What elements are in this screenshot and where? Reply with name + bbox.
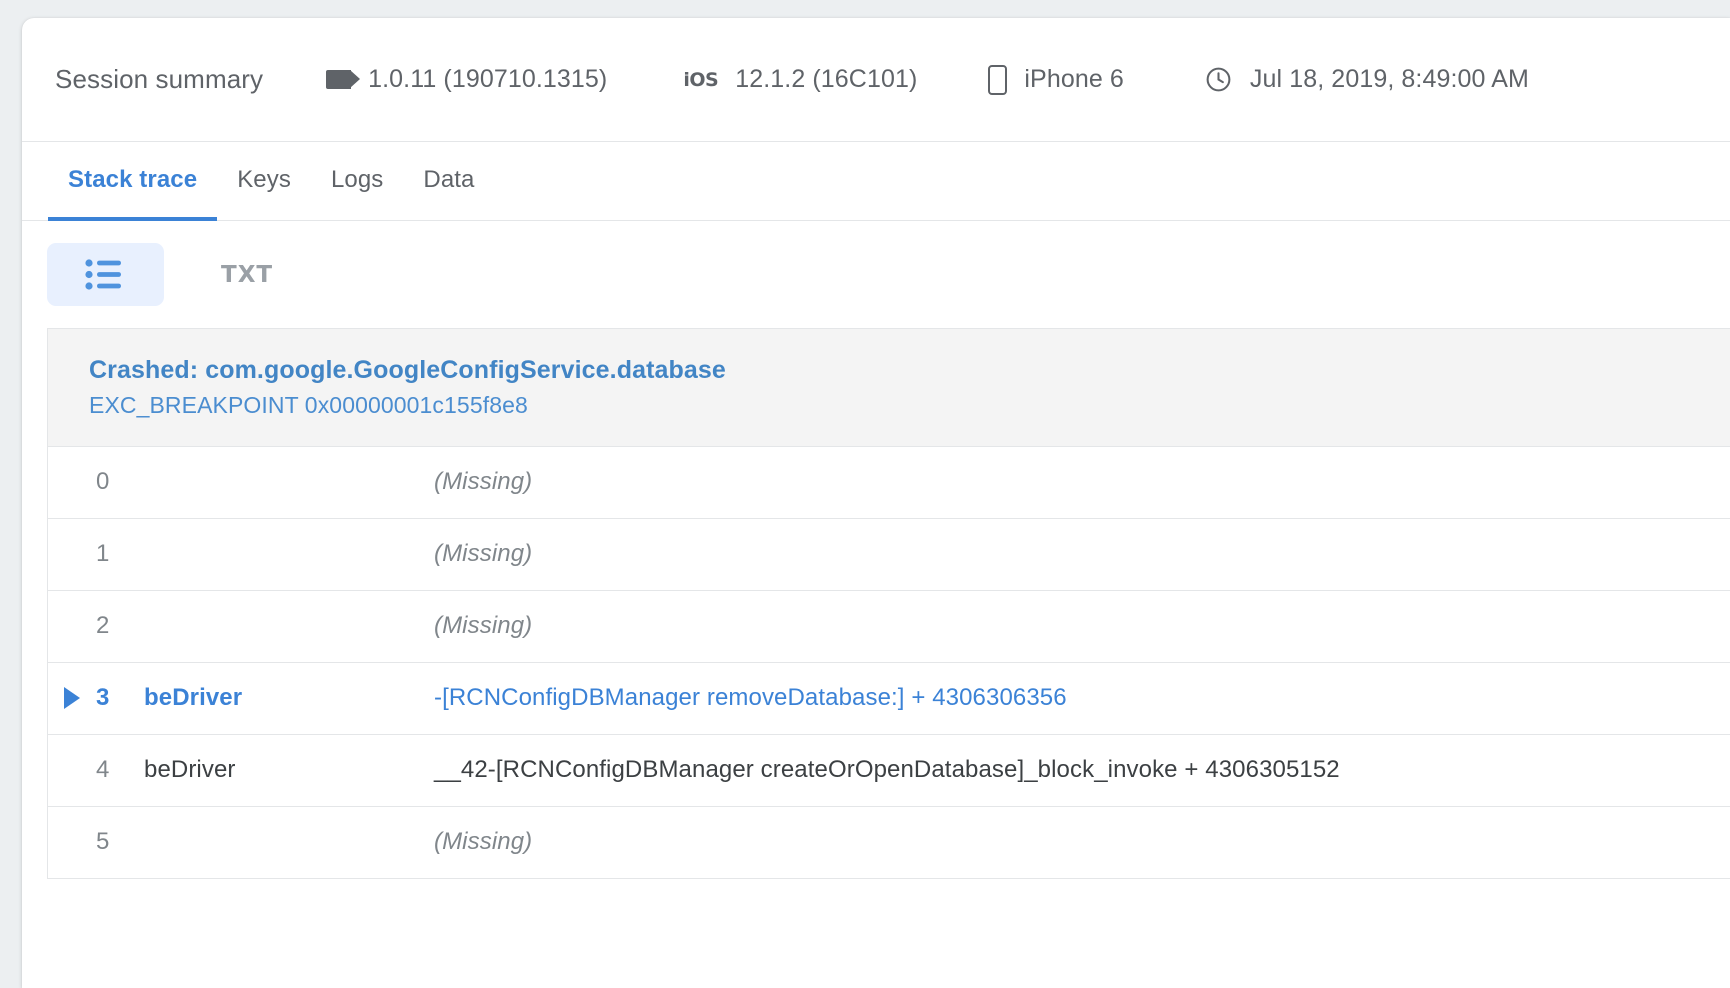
view-toggle-toolbar: TXT: [22, 221, 1730, 328]
tab-keys[interactable]: Keys: [217, 142, 311, 221]
stack-trace-table: Crashed: com.google.GoogleConfigService.…: [47, 328, 1730, 879]
ios-icon: iOS: [683, 68, 719, 91]
table-row[interactable]: 4 beDriver __42-[RCNConfigDBManager crea…: [48, 735, 1730, 807]
session-summary-bar: Session summary 1.0.11 (190710.1315) iOS…: [22, 18, 1730, 142]
frame-index: 0: [96, 468, 110, 495]
clock-icon: [1204, 65, 1233, 94]
crash-header: Crashed: com.google.GoogleConfigService.…: [48, 329, 1730, 447]
frame-index: 4: [96, 756, 110, 783]
frame-library: beDriver: [144, 756, 236, 783]
frame-symbol: (Missing): [434, 468, 533, 495]
timestamp-label: Jul 18, 2019, 8:49:00 AM: [1249, 65, 1529, 93]
txt-view-button[interactable]: TXT: [221, 262, 273, 288]
page-background: Session summary 1.0.11 (190710.1315) iOS…: [0, 0, 1730, 988]
frame-symbol: -[RCNConfigDBManager removeDatabase:] + …: [434, 684, 1067, 711]
chevron-right-icon: [64, 687, 80, 709]
crash-title[interactable]: Crashed: com.google.GoogleConfigService.…: [89, 355, 1730, 386]
frame-index: 2: [96, 612, 110, 639]
frame-symbol: (Missing): [434, 828, 533, 855]
frame-index: 3: [96, 684, 110, 711]
timestamp-meta: Jul 18, 2019, 8:49:00 AM: [1204, 65, 1529, 94]
table-row[interactable]: 5 (Missing): [48, 807, 1730, 879]
frame-index: 5: [96, 828, 110, 855]
tab-data[interactable]: Data: [403, 142, 494, 221]
list-view-icon: [84, 258, 127, 291]
table-row-selected[interactable]: 3 beDriver -[RCNConfigDBManager removeDa…: [48, 663, 1730, 735]
row-expander[interactable]: [48, 687, 96, 709]
list-view-button[interactable]: [47, 243, 164, 306]
tab-bar: Stack trace Keys Logs Data: [22, 142, 1730, 221]
app-version-meta: 1.0.11 (190710.1315): [326, 65, 607, 94]
tab-stack-trace[interactable]: Stack trace: [48, 142, 218, 221]
page-title: Session summary: [55, 64, 264, 94]
phone-icon: [988, 64, 1008, 95]
session-detail-card: Session summary 1.0.11 (190710.1315) iOS…: [22, 18, 1730, 988]
frame-symbol: (Missing): [434, 612, 533, 639]
device-meta: iPhone 6: [988, 64, 1124, 95]
os-version-label: 12.1.2 (16C101): [735, 65, 918, 93]
frame-index: 1: [96, 540, 110, 567]
crash-exception: EXC_BREAKPOINT 0x00000001c155f8e8: [89, 391, 528, 418]
frame-symbol: __42-[RCNConfigDBManager createOrOpenDat…: [434, 756, 1340, 783]
table-row[interactable]: 1 (Missing): [48, 519, 1730, 591]
frame-library: beDriver: [144, 684, 243, 711]
table-row[interactable]: 0 (Missing): [48, 447, 1730, 519]
app-version-label: 1.0.11 (190710.1315): [368, 65, 608, 93]
table-row[interactable]: 2 (Missing): [48, 591, 1730, 663]
frame-symbol: (Missing): [434, 540, 533, 567]
tab-logs[interactable]: Logs: [311, 142, 403, 221]
tag-icon: [326, 70, 361, 89]
device-label: iPhone 6: [1024, 65, 1124, 93]
os-version-meta: iOS 12.1.2 (16C101): [683, 65, 917, 94]
